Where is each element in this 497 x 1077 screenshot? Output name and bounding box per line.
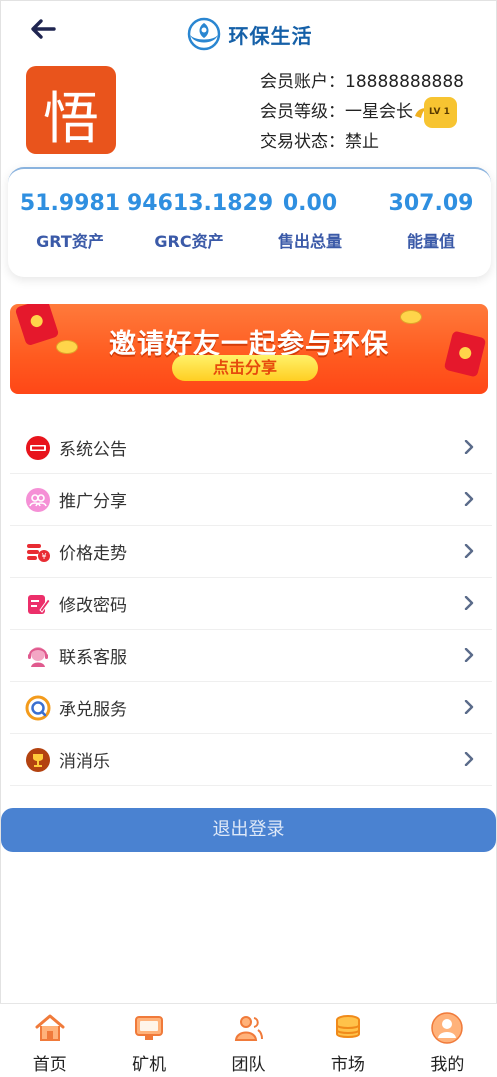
stat-value: 307.09 — [388, 191, 474, 216]
team-icon — [234, 1016, 263, 1041]
chevron-right-icon — [464, 440, 474, 454]
tab-market[interactable]: 市场 — [298, 1004, 397, 1077]
menu-item-promotion-share[interactable]: 推广分享 — [10, 474, 492, 526]
exchange-service-icon — [25, 695, 51, 721]
svg-text:¥: ¥ — [41, 552, 46, 561]
stat-grc[interactable]: 94613.1829 GRC资产 — [127, 191, 274, 252]
notice-icon — [25, 435, 51, 461]
eco-hands-logo-icon — [187, 17, 220, 51]
logout-button[interactable]: 退出登录 — [1, 808, 496, 852]
share-button[interactable]: 点击分享 — [172, 355, 318, 381]
tab-miner[interactable]: 矿机 — [99, 1004, 198, 1077]
header-brand: 环保生活 — [0, 14, 497, 54]
price-trend-icon: ¥ — [25, 539, 51, 565]
member-level: 会员等级：一星会长 — [260, 102, 413, 122]
edit-password-icon — [25, 591, 51, 617]
avatar[interactable]: 悟 — [26, 66, 116, 154]
menu-label: 消消乐 — [59, 752, 110, 772]
stat-value: 0.00 — [282, 191, 338, 216]
stat-value: 51.9981 — [19, 191, 121, 216]
invite-banner[interactable]: 邀请好友一起参与环保 点击分享 — [10, 304, 488, 394]
miner-icon — [135, 1016, 164, 1040]
menu-item-exchange-service[interactable]: 承兑服务 — [10, 682, 492, 734]
chevron-right-icon — [464, 596, 474, 610]
stat-grt[interactable]: 51.9981 GRT资产 — [8, 191, 132, 252]
chevron-right-icon — [464, 752, 474, 766]
menu-item-announcement[interactable]: 系统公告 — [10, 422, 492, 474]
menu-item-change-password[interactable]: 修改密码 — [10, 578, 492, 630]
tab-label: 我的 — [430, 1055, 465, 1075]
menu-list: 系统公告 推广分享 ¥ 价格走势 修改密码 联系客服 承兑服务 消消乐 — [10, 422, 492, 786]
tab-team[interactable]: 团队 — [199, 1004, 298, 1077]
menu-label: 价格走势 — [59, 544, 127, 564]
chevron-right-icon — [464, 492, 474, 506]
level-badge: LV 1 — [414, 97, 457, 128]
menu-label: 推广分享 — [59, 492, 127, 512]
member-level-row: 会员等级：一星会长 LV 1 — [260, 97, 464, 128]
menu-label: 联系客服 — [59, 648, 127, 668]
menu-item-price-trend[interactable]: ¥ 价格走势 — [10, 526, 492, 578]
page-title: 环保生活 — [228, 23, 313, 48]
market-coins-icon — [335, 1015, 360, 1038]
asset-stats-card: 51.9981 GRT资产 94613.1829 GRC资产 0.00 售出总量… — [8, 167, 491, 277]
chevron-right-icon — [464, 544, 474, 558]
stat-label: GRC资产 — [154, 232, 224, 251]
member-info: 会员账户：18888888888 会员等级：一星会长 LV 1 交易状态：禁止 — [260, 68, 464, 157]
menu-item-customer-service[interactable]: 联系客服 — [10, 630, 492, 682]
menu-label: 承兑服务 — [59, 700, 127, 720]
tab-home[interactable]: 首页 — [0, 1004, 99, 1077]
stat-energy[interactable]: 307.09 能量值 — [369, 191, 493, 252]
bottom-tab-bar: 首页 矿机 团队 市场 我的 — [0, 1003, 497, 1077]
level-badge-text: LV 1 — [424, 97, 457, 128]
tab-label: 市场 — [330, 1055, 365, 1075]
customer-service-icon — [25, 643, 51, 669]
avatar-character: 悟 — [43, 87, 99, 152]
home-icon — [35, 1014, 65, 1041]
menu-label: 修改密码 — [59, 596, 127, 616]
tab-label: 矿机 — [132, 1055, 167, 1075]
chevron-right-icon — [464, 700, 474, 714]
tab-label: 首页 — [32, 1055, 67, 1075]
tab-label: 团队 — [231, 1055, 266, 1075]
stat-label: 售出总量 — [277, 232, 342, 251]
chevron-right-icon — [464, 648, 474, 662]
member-account: 会员账户：18888888888 — [260, 72, 464, 92]
share-people-icon — [25, 487, 51, 513]
trade-status: 交易状态：禁止 — [260, 132, 379, 152]
menu-item-match-game[interactable]: 消消乐 — [10, 734, 492, 786]
stat-sold-total[interactable]: 0.00 售出总量 — [248, 191, 372, 252]
stat-label: 能量值 — [406, 232, 455, 251]
stat-label: GRT资产 — [36, 232, 104, 251]
menu-label: 系统公告 — [59, 440, 127, 460]
stat-value: 94613.1829 — [127, 191, 274, 216]
tab-mine[interactable]: 我的 — [398, 1004, 497, 1077]
profile-icon — [431, 1012, 464, 1044]
trophy-icon — [25, 747, 51, 773]
